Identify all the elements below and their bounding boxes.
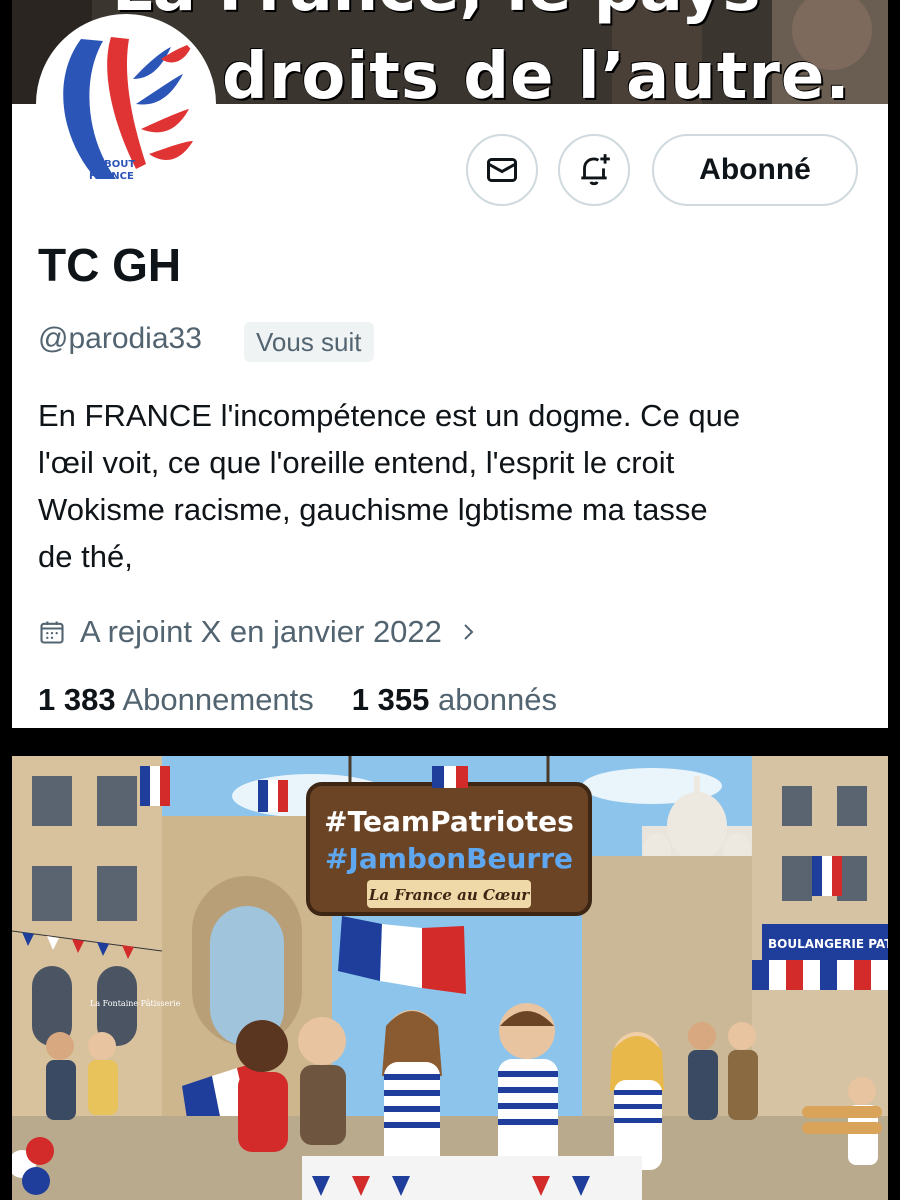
bell-plus-icon [581,154,610,186]
french-flag [812,856,842,896]
message-button[interactable] [466,134,538,206]
french-flag [258,780,288,812]
french-flag [140,766,170,806]
striped-awning [752,960,888,990]
following-label: Abonnements [122,682,314,717]
joined-date: A rejoint X en janvier 2022 [80,614,442,649]
followers-count: 1 355 [351,682,430,717]
svg-text:FRANCE: FRANCE [89,171,134,182]
bakery-sign: BOULANGERIE PATISSERIE [768,937,888,951]
following-count: 1 383 [38,682,116,717]
bio-line: de thé, [38,539,133,574]
profile-card: La France, le pays droits de l’autre. DE… [12,0,888,728]
following-link[interactable]: 1 383 Abonnements [38,682,314,718]
mail-icon [487,158,517,182]
bio-line: En FRANCE l'incompétence est un dogme. C… [38,398,741,433]
profile-bio: En FRANCE l'incompétence est un dogme. C… [38,392,858,580]
svg-text:DEBOUT: DEBOUT [89,159,135,170]
debout-la-france-logo: DEBOUT FRANCE [41,19,211,189]
bio-line: l'œil voit, ce que l'oreille entend, l'e… [38,445,675,480]
sign-hashtag-1: #TeamPatriotes [324,805,574,838]
user-handle: @parodia33 [38,322,202,355]
banner-text-top: La France, le pays [112,0,761,26]
avatar[interactable]: DEBOUT FRANCE [36,14,216,194]
followers-label: abonnés [438,682,557,717]
bio-line: Wokisme racisme, gauchisme lgbtisme ma t… [38,492,708,527]
small-shop-sign: La Fontaine Pâtisserie [90,999,181,1008]
followers-link[interactable]: 1 355 abonnés [352,682,557,718]
joined-date-row[interactable]: A rejoint X en janvier 2022 [38,608,480,656]
display-name: TC GH [38,239,182,291]
hashtag-sign: #TeamPatriotes #JambonBeurre La France a… [306,756,592,916]
sign-hashtag-2: #JambonBeurre [325,842,573,875]
sign-tagline: La France au Cœur [368,886,530,904]
follows-you-badge: Vous suit [244,322,374,362]
chevron-right-icon [464,624,474,640]
banner-text: droits de l’autre. [222,40,851,104]
calendar-icon [40,621,64,644]
notifications-button[interactable] [558,134,630,206]
patriotic-illustration: BOULANGERIE PATISSERIE [12,756,888,1200]
street-scene: BOULANGERIE PATISSERIE [12,756,888,1200]
follow-stats: 1 383 Abonnements 1 355 abonnés [38,682,557,718]
following-button[interactable]: Abonné [652,134,858,206]
